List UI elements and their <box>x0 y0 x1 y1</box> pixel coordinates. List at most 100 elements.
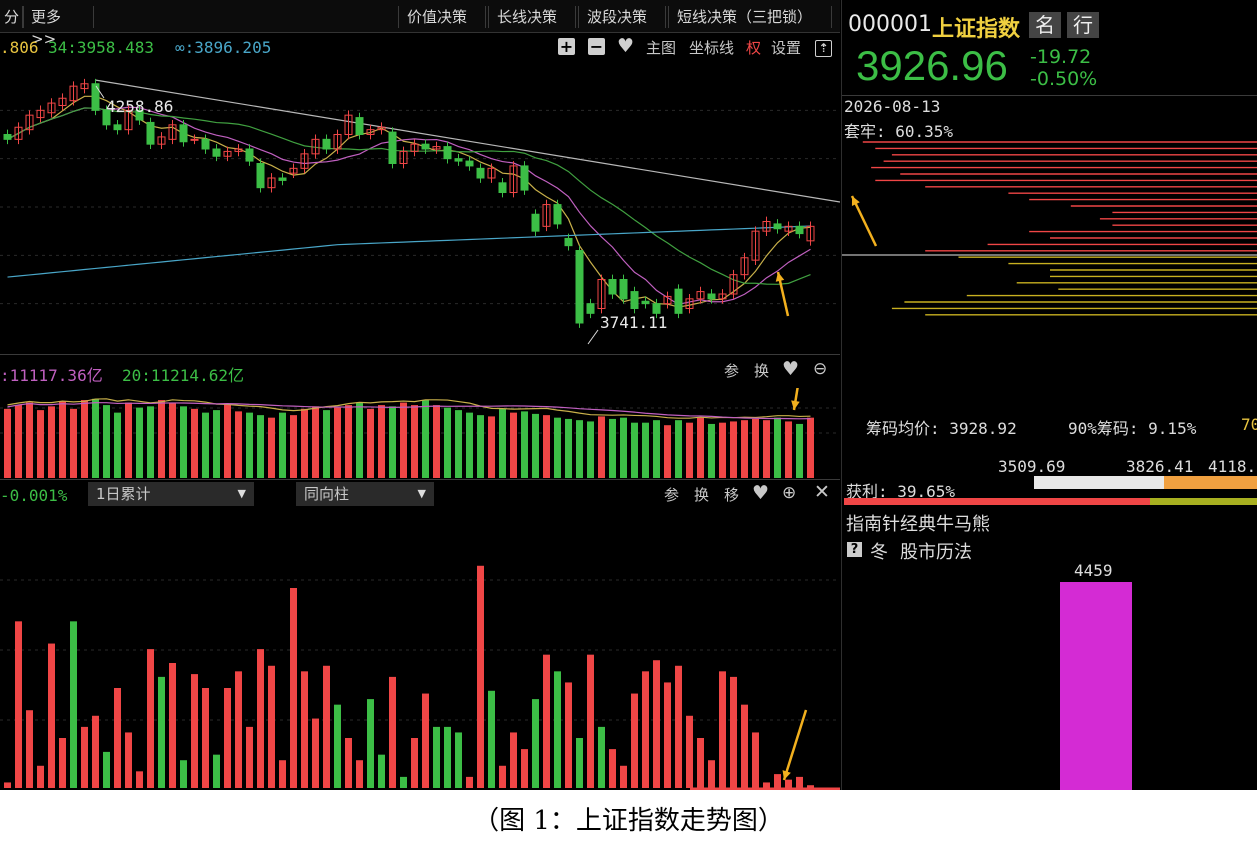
indicator-bar <box>202 688 209 788</box>
indicator-bar <box>433 726 440 788</box>
arrow-icon-head <box>782 770 791 780</box>
close-icon[interactable]: ✕ <box>814 483 830 502</box>
indicator-bar <box>81 726 88 788</box>
indicator-bar <box>774 774 781 788</box>
vol-heart-icon[interactable]: ♥ <box>782 360 799 379</box>
indicator-bar <box>521 749 528 788</box>
tab-short-decision[interactable]: 短线决策（三把锁） <box>668 6 832 28</box>
candle-body <box>322 138 331 150</box>
bull-bear-title: 指南针经典牛马熊 <box>846 514 990 535</box>
volume-bar <box>411 405 418 478</box>
price-change: -19.72 <box>1030 46 1092 68</box>
vol-switch-button[interactable]: 换 <box>754 362 769 380</box>
indicator-bar <box>301 671 308 788</box>
rights-button[interactable]: 权 <box>746 39 761 57</box>
candle-body <box>674 288 683 314</box>
export-button[interactable]: ⇡ <box>815 38 832 57</box>
ind-zoom-in-icon[interactable]: ⊕ <box>782 484 796 502</box>
period-tab-stub[interactable]: 分 <box>0 6 25 28</box>
indicator-bar <box>389 676 396 788</box>
ind-param-button[interactable]: 参 <box>664 486 679 504</box>
indicator-bar <box>268 665 275 788</box>
settings-button[interactable]: 设置 <box>771 39 801 57</box>
volume-bar <box>785 421 792 478</box>
volume-bar <box>741 420 748 478</box>
candle-body <box>278 177 287 181</box>
indicator-bar <box>323 665 330 788</box>
candle-body <box>476 167 485 179</box>
candle-body <box>773 223 782 230</box>
trading-app: 分 更多>> 价值决策 长线决策 波段决策 短线决策（三把锁） .806 34:… <box>0 0 1257 790</box>
ma-legend-b: 34:3958.483 <box>48 38 154 57</box>
indicator-bar <box>158 676 165 788</box>
volume-bar <box>224 403 231 478</box>
volume-bar <box>499 408 506 478</box>
volume-bar <box>323 410 330 478</box>
tab-wave-decision[interactable]: 波段决策 <box>578 6 666 28</box>
candle-body <box>619 279 628 300</box>
volume-bar <box>675 420 682 478</box>
ind-heart-icon[interactable]: ♥ <box>752 484 769 503</box>
volume-bar <box>631 422 638 478</box>
candlestick-chart[interactable]: 4258.86 3741.11 <box>0 62 840 352</box>
indicator-bar <box>741 704 748 788</box>
candle-body <box>608 279 617 295</box>
vol-legend-a: :11117.36亿 <box>0 366 103 385</box>
main-chart-button[interactable]: 主图 <box>646 39 676 57</box>
ind-switch-button[interactable]: 换 <box>694 486 709 504</box>
volume-bar <box>103 405 110 478</box>
indicator-bar <box>444 726 451 788</box>
indicator-bar <box>763 782 770 788</box>
candle-body <box>179 124 188 143</box>
indicator-bar <box>609 749 616 788</box>
indicator-bar <box>26 710 33 788</box>
tab-long-decision[interactable]: 长线决策 <box>488 6 576 28</box>
zoom-in-button[interactable]: + <box>558 38 575 56</box>
volume-bar <box>697 417 704 478</box>
indicator-bar <box>730 676 737 788</box>
minus-icon: − <box>588 37 605 56</box>
column-type-select[interactable]: 同向柱 ▼ <box>296 482 434 506</box>
indicator-bar <box>312 718 319 788</box>
name-button[interactable]: 名 <box>1029 12 1061 38</box>
vol-zoom-out-icon[interactable]: ⊖ <box>813 360 827 378</box>
volume-bar <box>653 420 660 478</box>
axis-line-button[interactable]: 坐标线 <box>689 39 734 57</box>
candle-body <box>245 148 254 162</box>
market-button[interactable]: 行 <box>1067 12 1099 38</box>
plus-icon: + <box>558 37 575 56</box>
indicator-bar <box>235 671 242 788</box>
tab-value-decision[interactable]: 价值决策 <box>398 6 486 28</box>
volume-bar <box>532 413 539 478</box>
candle-body <box>190 138 199 141</box>
volume-bar <box>763 420 770 478</box>
ind-move-button[interactable]: 移 <box>724 486 739 504</box>
volume-bar <box>114 412 121 478</box>
volume-chart <box>0 388 840 478</box>
vol-param-button[interactable]: 参 <box>724 362 739 380</box>
ma-legend-c: ∞:3896.205 <box>175 38 272 57</box>
indicator-bar <box>180 760 187 788</box>
indicator-bar <box>48 643 55 788</box>
volume-bar <box>554 417 561 478</box>
heart-icon[interactable]: ♥ <box>617 37 634 56</box>
volume-bar <box>301 408 308 478</box>
candle-body <box>421 143 430 150</box>
accumulate-select[interactable]: 1日累计 ▼ <box>88 482 254 506</box>
indicator-bar <box>147 649 154 788</box>
candle-body <box>465 160 474 167</box>
indicator-bar <box>37 765 44 788</box>
volume-bar <box>565 418 572 478</box>
indicator-bar <box>499 765 506 788</box>
panel-divider <box>0 354 840 355</box>
indicator-bar <box>136 771 143 788</box>
indicator-bar <box>752 732 759 788</box>
volume-bar <box>389 406 396 478</box>
volume-bar <box>664 425 671 478</box>
help-icon[interactable]: ? <box>847 542 862 557</box>
volume-bar <box>81 400 88 478</box>
volume-bar <box>774 417 781 478</box>
more-button[interactable]: 更多>> <box>22 6 94 48</box>
volume-bar <box>477 415 484 478</box>
zoom-out-button[interactable]: − <box>588 38 605 56</box>
